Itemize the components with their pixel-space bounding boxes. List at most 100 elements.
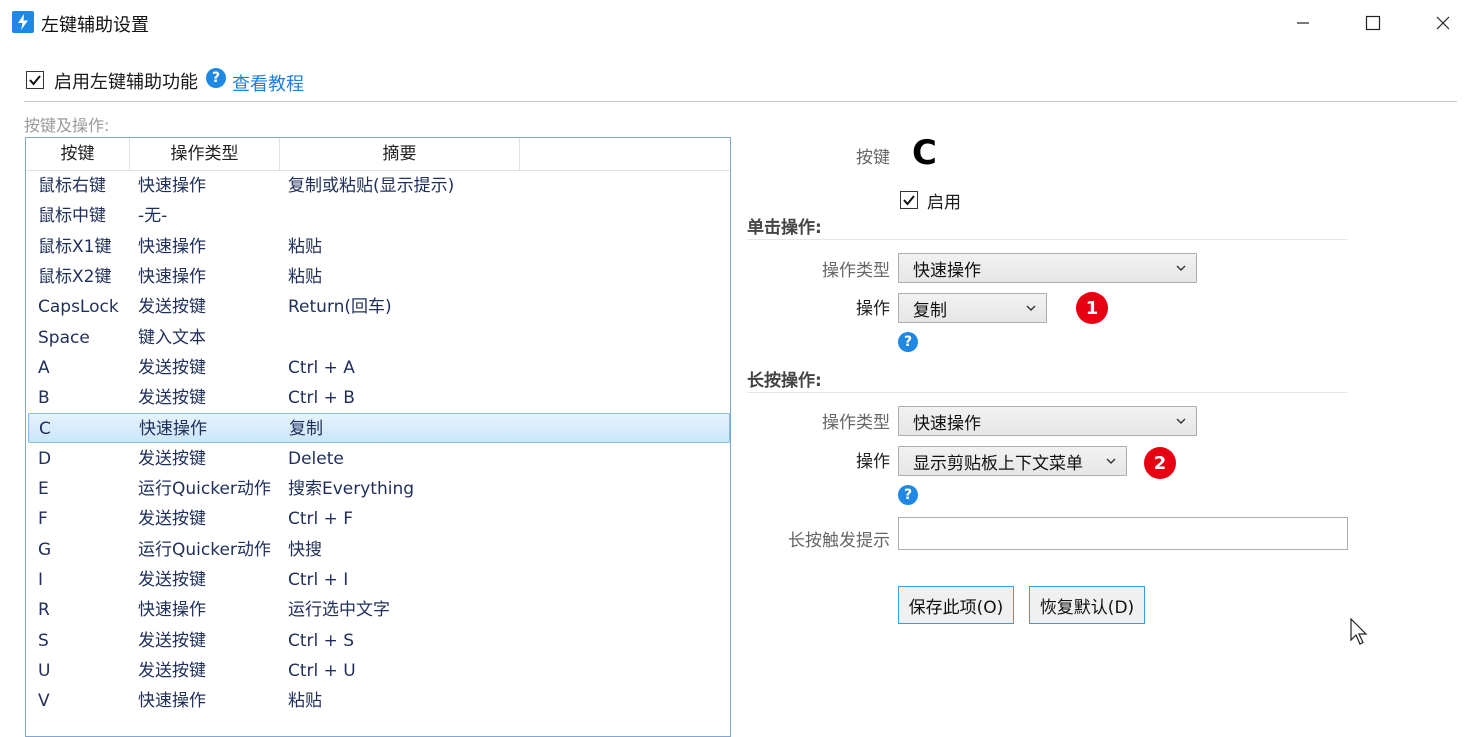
- table-row[interactable]: 鼠标X2键 快速操作 粘贴: [28, 262, 730, 292]
- cell-key: 鼠标右键: [38, 176, 106, 196]
- table-row[interactable]: C 快速操作 复制: [28, 413, 730, 444]
- long-hint-label: 长按触发提示: [788, 531, 890, 551]
- annotation-badge-2: 2: [1144, 447, 1176, 479]
- cell-type: 发送按键: [138, 509, 206, 530]
- cell-type: 发送按键: [138, 660, 206, 681]
- click-type-label: 操作类型: [822, 261, 890, 281]
- cell-key: R: [38, 600, 50, 621]
- table-row[interactable]: S 发送按键 Ctrl + S: [28, 626, 730, 656]
- cell-key: C: [39, 419, 51, 440]
- enable-left-assist-label: 启用左键辅助功能: [54, 72, 198, 93]
- cell-type: 运行Quicker动作: [138, 479, 271, 499]
- cell-summary: 快搜: [288, 539, 322, 560]
- key-value: C: [912, 133, 937, 173]
- cell-summary: Delete: [288, 448, 344, 469]
- keys-group-label: 按键及操作:: [24, 116, 110, 135]
- cell-summary: 搜索Everything: [288, 479, 415, 499]
- column-header-key[interactable]: 按键: [26, 138, 130, 170]
- cell-summary: 运行选中文字: [288, 600, 390, 621]
- chevron-down-icon: [1176, 418, 1186, 424]
- column-header-type[interactable]: 操作类型: [130, 138, 280, 170]
- table-row[interactable]: CapsLock 发送按键 Return(回车): [28, 292, 730, 322]
- reset-default-button[interactable]: 恢复默认(D): [1029, 586, 1145, 624]
- table-row[interactable]: F 发送按键 Ctrl + F: [28, 504, 730, 534]
- view-tutorial-link[interactable]: 查看教程: [232, 70, 304, 96]
- table-row[interactable]: Space 键入文本: [28, 323, 730, 353]
- click-op-label: 操作: [856, 299, 890, 319]
- list-header: 按键 操作类型 摘要: [26, 138, 730, 171]
- long-type-select[interactable]: 快速操作: [898, 406, 1197, 436]
- cell-key: B: [38, 388, 50, 409]
- click-type-select[interactable]: 快速操作: [898, 253, 1197, 283]
- save-item-button[interactable]: 保存此项(O): [898, 586, 1014, 624]
- cell-summary: 复制或粘贴(显示提示): [288, 176, 455, 196]
- checkmark-icon: [29, 75, 41, 86]
- cell-summary: Ctrl + I: [288, 569, 349, 590]
- table-row[interactable]: E 运行Quicker动作 搜索Everything: [28, 474, 730, 504]
- table-row[interactable]: D 发送按键 Delete: [28, 444, 730, 474]
- click-section-title: 单击操作:: [747, 218, 822, 238]
- long-op-help-icon[interactable]: ?: [898, 485, 918, 505]
- long-press-section-title: 长按操作:: [747, 371, 822, 391]
- click-op-help-icon[interactable]: ?: [898, 332, 918, 352]
- cell-type: 发送按键: [138, 388, 206, 409]
- cell-type: 发送按键: [138, 448, 206, 469]
- close-icon: [1436, 16, 1450, 30]
- cell-key: F: [38, 509, 48, 530]
- maximize-button[interactable]: [1338, 0, 1408, 46]
- chevron-down-icon: [1026, 305, 1036, 311]
- long-hint-input[interactable]: [898, 517, 1348, 550]
- cell-summary: [288, 323, 708, 353]
- cell-summary: 粘贴: [288, 266, 322, 287]
- table-row[interactable]: I 发送按键 Ctrl + I: [28, 565, 730, 595]
- close-button[interactable]: [1408, 0, 1478, 46]
- click-op-select[interactable]: 复制: [898, 293, 1047, 323]
- cell-key: S: [38, 630, 49, 651]
- cell-key: V: [38, 691, 50, 712]
- cell-key: 鼠标中键: [38, 206, 106, 227]
- maximize-icon: [1365, 15, 1381, 31]
- help-icon[interactable]: ?: [206, 68, 226, 88]
- enable-left-assist-checkbox[interactable]: [26, 71, 44, 89]
- long-type-label: 操作类型: [822, 413, 890, 433]
- cell-type: -无-: [138, 206, 168, 227]
- table-row[interactable]: V 快速操作 粘贴: [28, 686, 730, 716]
- key-enabled-checkbox[interactable]: [900, 191, 918, 209]
- cell-type: 快速操作: [139, 419, 207, 440]
- long-type-value: 快速操作: [913, 413, 981, 434]
- window-title: 左键辅助设置: [41, 15, 149, 36]
- long-op-select[interactable]: 显示剪贴板上下文菜单: [898, 446, 1127, 476]
- minimize-button[interactable]: [1268, 0, 1338, 46]
- cell-key: CapsLock: [38, 297, 119, 318]
- cell-type: 快速操作: [138, 266, 206, 287]
- cell-key: Space: [38, 327, 90, 348]
- cell-type: 快速操作: [138, 600, 206, 621]
- chevron-down-icon: [1176, 265, 1186, 271]
- table-row[interactable]: 鼠标X1键 快速操作 粘贴: [28, 232, 730, 262]
- table-row[interactable]: 鼠标中键 -无-: [28, 201, 730, 231]
- table-row[interactable]: 鼠标右键 快速操作 复制或粘贴(显示提示): [28, 171, 730, 201]
- cell-type: 发送按键: [138, 569, 206, 590]
- cell-summary: [288, 201, 708, 231]
- table-row[interactable]: B 发送按键 Ctrl + B: [28, 383, 730, 413]
- mouse-cursor-icon: [1350, 618, 1368, 645]
- cell-summary: Ctrl + B: [288, 388, 355, 409]
- table-row[interactable]: U 发送按键 Ctrl + U: [28, 656, 730, 686]
- click-op-value: 复制: [913, 300, 947, 321]
- table-row[interactable]: A 发送按键 Ctrl + A: [28, 353, 730, 383]
- table-row[interactable]: G 运行Quicker动作 快搜: [28, 535, 730, 565]
- cell-type: 发送按键: [138, 357, 206, 378]
- lightning-app-icon: [12, 11, 34, 33]
- annotation-badge-1: 1: [1076, 292, 1108, 324]
- cell-key: 鼠标X1键: [38, 236, 112, 257]
- cell-summary: Ctrl + A: [288, 357, 355, 378]
- cell-key: D: [38, 448, 52, 469]
- keys-list[interactable]: 按键 操作类型 摘要 鼠标右键 快速操作 复制或粘贴(显示提示) 鼠标中键 -无- 鼠标X…: [25, 137, 731, 737]
- title-bar: 左键辅助设置: [0, 0, 1480, 46]
- table-row[interactable]: R 快速操作 运行选中文字: [28, 595, 730, 625]
- cell-type: 快速操作: [138, 176, 206, 196]
- chevron-down-icon: [1106, 458, 1116, 464]
- divider: [747, 239, 1347, 240]
- column-header-summary[interactable]: 摘要: [280, 138, 520, 170]
- key-label: 按键: [856, 148, 890, 168]
